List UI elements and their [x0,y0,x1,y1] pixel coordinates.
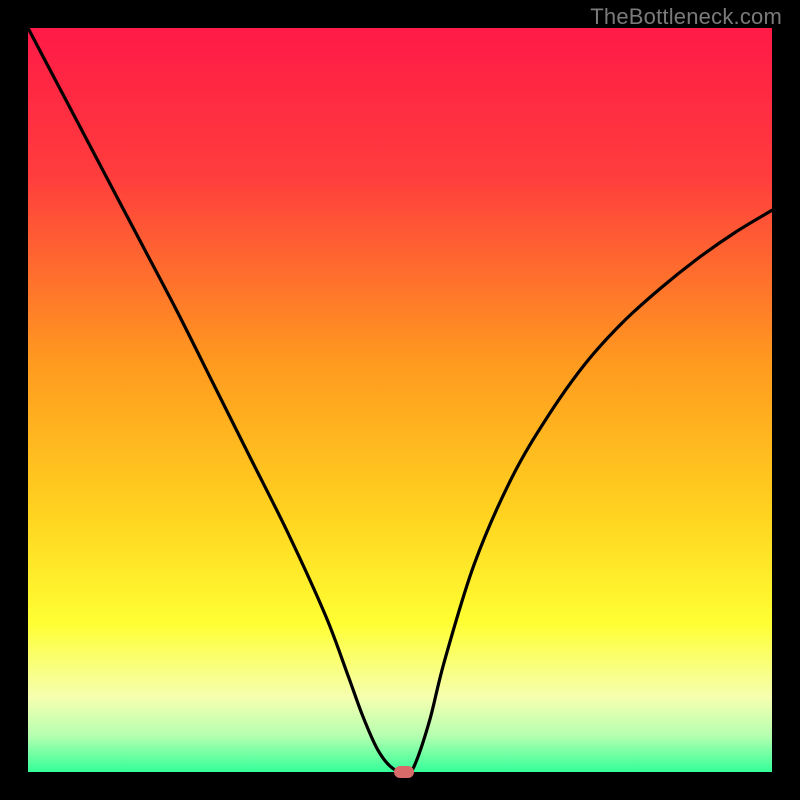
chart-frame: TheBottleneck.com [0,0,800,800]
optimal-marker [394,766,414,778]
plot-area [28,28,772,772]
watermark-text: TheBottleneck.com [590,4,782,30]
gradient-background [28,28,772,772]
chart-svg [28,28,772,772]
